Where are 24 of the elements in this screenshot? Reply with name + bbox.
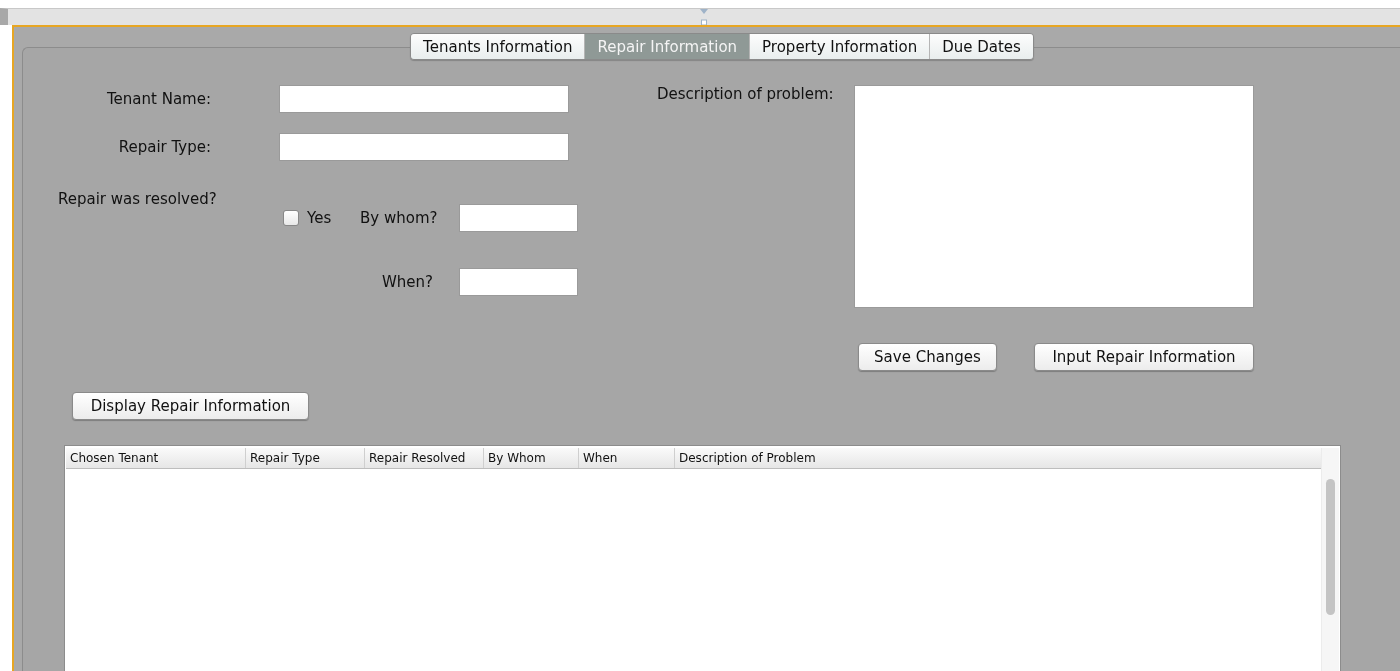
tab[interactable]: Due Dates <box>929 34 1033 59</box>
column-header[interactable]: When <box>578 448 674 468</box>
column-header[interactable]: By Whom <box>483 448 578 468</box>
input-field[interactable] <box>459 268 578 296</box>
resize-handle-icon[interactable] <box>700 9 708 25</box>
field-label: When? <box>380 273 433 291</box>
input-field[interactable] <box>459 204 578 232</box>
checkbox[interactable] <box>283 210 299 226</box>
scrollbar[interactable] <box>1321 448 1339 671</box>
field-label: Repair was resolved? <box>58 190 218 210</box>
input-field[interactable] <box>279 133 569 161</box>
tab[interactable]: Property Information <box>749 34 930 59</box>
field-label: Repair Type: <box>117 138 211 156</box>
checkbox-label: Yes <box>307 209 332 227</box>
field-label: Tenant Name: <box>106 90 211 108</box>
display-button[interactable]: Display Repair Information <box>72 392 309 420</box>
column-header[interactable]: Repair Type <box>245 448 364 468</box>
input-field[interactable] <box>279 85 569 113</box>
save-button[interactable]: Save Changes <box>858 343 997 371</box>
tab[interactable]: Tenants Information <box>411 34 585 59</box>
column-header[interactable]: Chosen Tenant <box>66 448 245 468</box>
input-button[interactable]: Input Repair Information <box>1034 343 1254 371</box>
column-header[interactable]: Repair Resolved <box>364 448 483 468</box>
field-label: Description of problem: <box>657 85 835 105</box>
